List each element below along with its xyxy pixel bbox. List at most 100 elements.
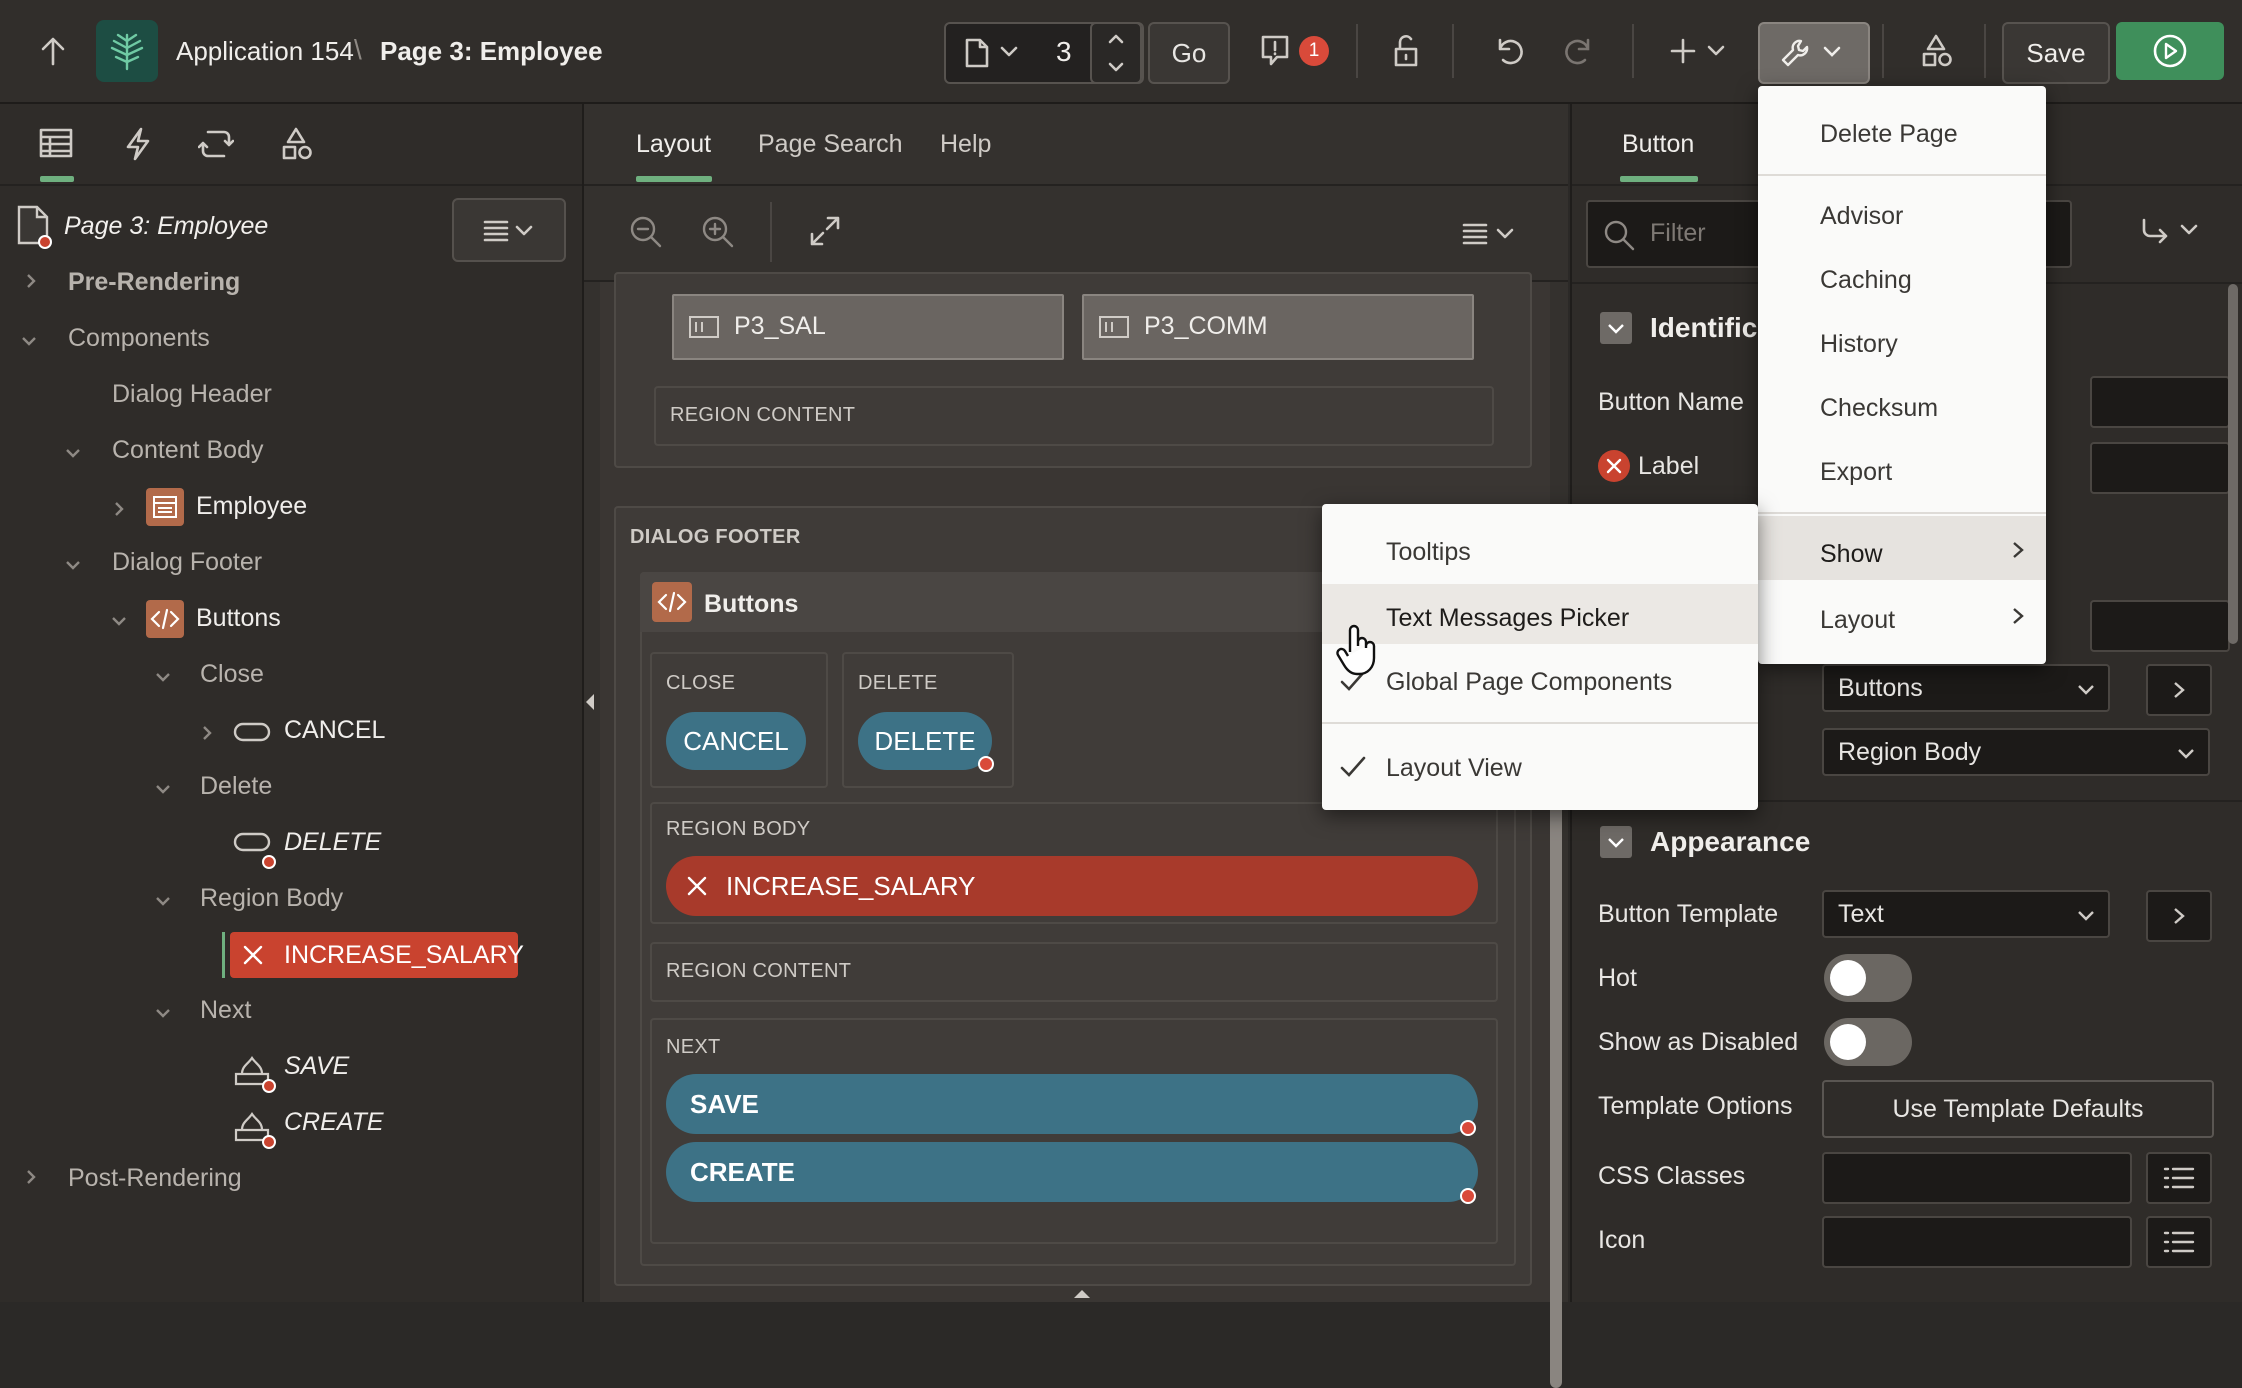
tree-menu-button[interactable] xyxy=(452,198,566,262)
tree-increase-salary-selected[interactable]: INCREASE_SALARY xyxy=(230,932,524,978)
processing-tab[interactable] xyxy=(198,126,234,162)
chevron-down-icon[interactable] xyxy=(64,444,82,462)
cancel-button[interactable]: CANCEL xyxy=(666,712,806,770)
submenu-item-tooltips[interactable]: Tooltips xyxy=(1322,514,1758,574)
utilities-menu-button[interactable] xyxy=(1758,22,1870,84)
run-button[interactable] xyxy=(2116,22,2224,80)
expand-icon[interactable] xyxy=(808,214,842,248)
zoom-in-icon[interactable] xyxy=(700,214,736,250)
app-name[interactable]: Application 154 xyxy=(176,36,354,67)
delete-button[interactable]: DELETE xyxy=(858,712,992,770)
tree-root-page[interactable]: Page 3: Employee xyxy=(64,212,268,241)
tab-layout[interactable]: Layout xyxy=(636,130,711,159)
sequence-input[interactable] xyxy=(2090,600,2230,652)
tree-buttons[interactable]: Buttons xyxy=(196,604,281,633)
tab-button[interactable]: Button xyxy=(1622,130,1694,159)
tree-next-position[interactable]: Next xyxy=(200,996,251,1025)
tree-components[interactable]: Components xyxy=(68,324,210,353)
button-name-input[interactable] xyxy=(2090,376,2230,428)
identification-collapse-toggle[interactable] xyxy=(1600,312,1632,344)
chevron-down-icon[interactable] xyxy=(64,556,82,574)
layout-menu-button[interactable] xyxy=(1460,220,1518,246)
chevron-down-icon[interactable] xyxy=(110,612,128,630)
button-template-select[interactable]: Text xyxy=(1822,890,2110,938)
tree-employee[interactable]: Employee xyxy=(196,492,307,521)
rendering-tab[interactable] xyxy=(38,126,74,160)
show-as-disabled-toggle[interactable] xyxy=(1824,1018,1912,1066)
tree-pre-rendering[interactable]: Pre-Rendering xyxy=(68,268,240,297)
app-logo[interactable] xyxy=(96,20,158,82)
chevron-right-icon[interactable] xyxy=(198,724,216,742)
chevron-down-icon[interactable] xyxy=(154,1004,172,1022)
property-scrollbar[interactable] xyxy=(2228,284,2238,644)
tab-help[interactable]: Help xyxy=(940,130,991,159)
bottom-collapse-handle[interactable] xyxy=(1070,1286,1094,1300)
tree-dialog-footer[interactable]: Dialog Footer xyxy=(112,548,262,577)
icon-list-button[interactable] xyxy=(2146,1216,2212,1268)
menu-item-show[interactable]: Show xyxy=(1758,516,2046,580)
chevron-right-icon[interactable] xyxy=(110,500,128,518)
submenu-item-layout-view[interactable]: Layout View xyxy=(1322,730,1758,794)
tree-create[interactable]: CREATE xyxy=(284,1108,384,1137)
appearance-collapse-toggle[interactable] xyxy=(1600,826,1632,858)
chevron-down-icon[interactable] xyxy=(154,668,172,686)
hot-toggle[interactable] xyxy=(1824,954,1912,1002)
go-button[interactable]: Go xyxy=(1148,22,1230,84)
button-template-goto-button[interactable] xyxy=(2146,890,2212,942)
up-arrow-icon[interactable] xyxy=(36,34,70,68)
label-input[interactable] xyxy=(2090,442,2230,494)
errors-button[interactable]: 1 xyxy=(1244,22,1344,80)
template-options-button[interactable]: Use Template Defaults xyxy=(1822,1080,2214,1138)
menu-item-layout[interactable]: Layout xyxy=(1758,582,2046,646)
submenu-item-text-messages-picker[interactable]: Text Messages Picker xyxy=(1322,584,1758,644)
css-classes-list-button[interactable] xyxy=(2146,1152,2212,1204)
page-icon[interactable] xyxy=(964,38,990,68)
page-number-input[interactable]: 3 xyxy=(1056,36,1072,68)
tree-region-body[interactable]: Region Body xyxy=(200,884,343,913)
field-p3-comm[interactable]: P3_COMM xyxy=(1082,294,1474,360)
menu-item-checksum[interactable]: Checksum xyxy=(1758,376,2046,432)
tree-close-position[interactable]: Close xyxy=(200,660,264,689)
tree-delete[interactable]: DELETE xyxy=(284,828,381,857)
undo-button[interactable] xyxy=(1484,22,1534,80)
dynamic-actions-tab[interactable] xyxy=(122,126,154,162)
shared-components-button[interactable] xyxy=(1906,22,1966,80)
menu-item-delete-page[interactable]: Delete Page xyxy=(1758,102,2046,152)
tree-dialog-header[interactable]: Dialog Header xyxy=(112,380,272,409)
zoom-out-icon[interactable] xyxy=(628,214,664,250)
save-hot-button[interactable]: SAVE xyxy=(666,1074,1478,1134)
chevron-right-icon[interactable] xyxy=(22,272,40,290)
chevron-right-icon[interactable] xyxy=(22,1168,40,1186)
shared-components-tab[interactable] xyxy=(278,126,314,162)
tree-delete-position[interactable]: Delete xyxy=(200,772,272,801)
tab-page-search[interactable]: Page Search xyxy=(758,130,903,159)
redo-button[interactable] xyxy=(1554,22,1604,80)
region-select[interactable]: Buttons xyxy=(1822,664,2110,712)
tree-post-rendering[interactable]: Post-Rendering xyxy=(68,1164,242,1193)
tree-content-body[interactable]: Content Body xyxy=(112,436,264,465)
chevron-down-icon[interactable] xyxy=(1000,44,1018,58)
region-goto-button[interactable] xyxy=(2146,664,2212,716)
go-to-group-button[interactable] xyxy=(2138,214,2202,248)
menu-item-advisor[interactable]: Advisor xyxy=(1758,184,2046,240)
pane-collapse-handle[interactable] xyxy=(582,690,598,714)
chevron-down-icon[interactable] xyxy=(154,892,172,910)
icon-input[interactable] xyxy=(1822,1216,2132,1268)
position-select[interactable]: Region Body xyxy=(1822,728,2210,776)
tree-cancel[interactable]: CANCEL xyxy=(284,716,385,745)
menu-item-caching[interactable]: Caching xyxy=(1758,248,2046,304)
submenu-item-global-page-components[interactable]: Global Page Components xyxy=(1322,646,1758,706)
menu-item-history[interactable]: History xyxy=(1758,312,2046,368)
field-p3-sal[interactable]: P3_SAL xyxy=(672,294,1064,360)
page-stepper[interactable] xyxy=(1090,22,1142,84)
create-hot-button[interactable]: CREATE xyxy=(666,1142,1478,1202)
css-classes-input[interactable] xyxy=(1822,1152,2132,1204)
lock-button[interactable] xyxy=(1378,22,1434,80)
save-button[interactable]: Save xyxy=(2002,22,2110,84)
chevron-down-icon[interactable] xyxy=(20,332,38,350)
tree-save[interactable]: SAVE xyxy=(284,1052,349,1081)
increase-salary-button[interactable]: INCREASE_SALARY xyxy=(666,856,1478,916)
create-menu-button[interactable] xyxy=(1662,22,1736,80)
chevron-down-icon[interactable] xyxy=(154,780,172,798)
menu-item-export[interactable]: Export xyxy=(1758,440,2046,496)
